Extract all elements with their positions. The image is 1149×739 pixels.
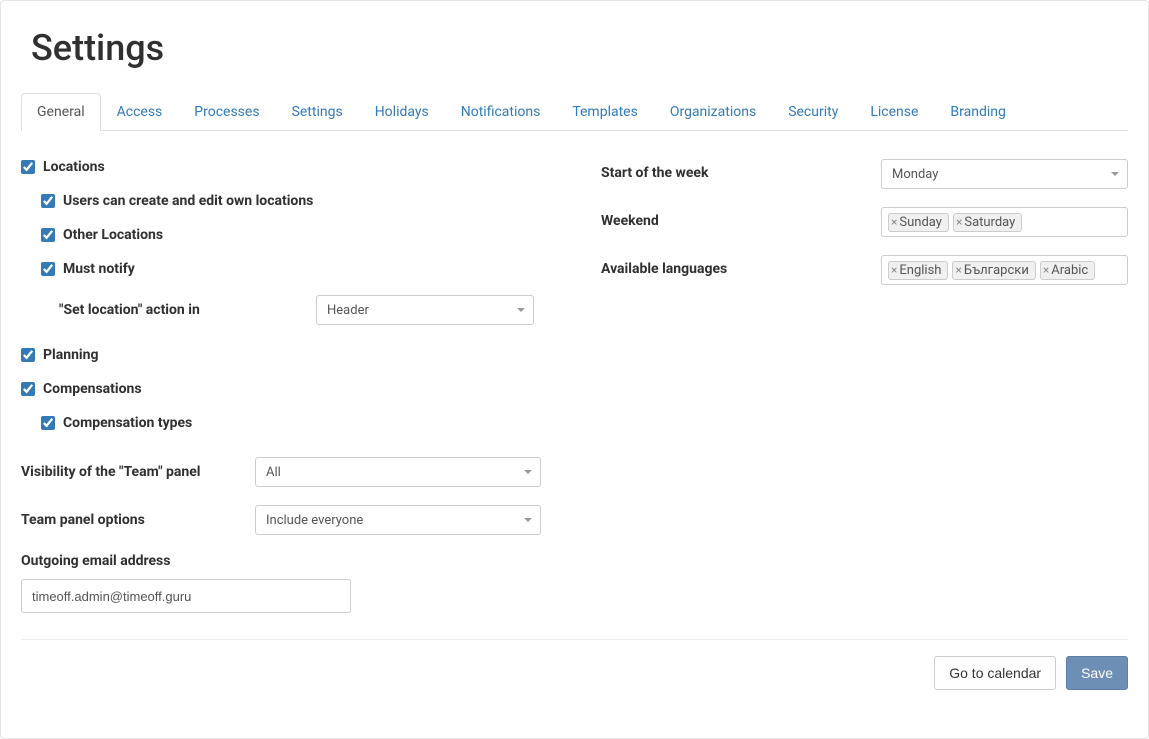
tab-organizations[interactable]: Organizations — [654, 93, 772, 131]
remove-tag-icon[interactable]: × — [955, 264, 961, 276]
tabs: General Access Processes Settings Holida… — [21, 93, 1128, 131]
team-panel-options-label: Team panel options — [21, 512, 243, 528]
remove-tag-icon[interactable]: × — [1043, 264, 1049, 276]
locations-checkbox[interactable] — [21, 160, 35, 174]
save-button[interactable]: Save — [1066, 656, 1128, 690]
weekend-tag: × Saturday — [953, 213, 1022, 232]
right-column: Start of the week Monday Weekend × Sunda… — [601, 159, 1128, 623]
compensation-types-label: Compensation types — [63, 415, 192, 431]
footer: Go to calendar Save — [21, 639, 1128, 690]
remove-tag-icon[interactable]: × — [891, 216, 897, 228]
locations-label: Locations — [43, 159, 105, 175]
tab-access[interactable]: Access — [101, 93, 179, 131]
caret-down-icon — [524, 518, 532, 522]
outgoing-email-label: Outgoing email address — [21, 553, 561, 569]
tab-security[interactable]: Security — [772, 93, 854, 131]
outgoing-email-input[interactable] — [21, 579, 351, 613]
tab-branding[interactable]: Branding — [934, 93, 1021, 131]
tab-notifications[interactable]: Notifications — [445, 93, 557, 131]
tag-text: English — [899, 263, 941, 278]
tab-settings[interactable]: Settings — [276, 93, 359, 131]
caret-down-icon — [517, 308, 525, 312]
tab-license[interactable]: License — [854, 93, 934, 131]
compensation-types-checkbox[interactable] — [41, 416, 55, 430]
go-to-calendar-button[interactable]: Go to calendar — [934, 656, 1056, 690]
weekend-tag: × Sunday — [888, 213, 949, 232]
tag-text: Arabic — [1051, 263, 1088, 278]
remove-tag-icon[interactable]: × — [891, 264, 897, 276]
tab-templates[interactable]: Templates — [556, 93, 654, 131]
language-tag: × Български — [952, 261, 1035, 280]
set-location-action-select[interactable]: Header — [316, 295, 534, 325]
content: Locations Users can create and edit own … — [21, 159, 1128, 623]
caret-down-icon — [1111, 172, 1119, 176]
remove-tag-icon[interactable]: × — [956, 216, 962, 228]
tag-text: Български — [964, 263, 1029, 278]
weekend-label: Weekend — [601, 207, 881, 229]
compensations-checkbox[interactable] — [21, 382, 35, 396]
visibility-team-panel-select[interactable]: All — [255, 457, 541, 487]
weekend-tag-input[interactable]: × Sunday × Saturday — [881, 207, 1128, 237]
tab-processes[interactable]: Processes — [178, 93, 275, 131]
team-panel-options-value: Include everyone — [266, 513, 363, 528]
settings-page: Settings General Access Processes Settin… — [0, 0, 1149, 739]
languages-tag-input[interactable]: × English × Български × Arabic — [881, 255, 1128, 285]
language-tag: × English — [888, 261, 948, 280]
users-edit-locations-label: Users can create and edit own locations — [63, 193, 313, 209]
other-locations-label: Other Locations — [63, 227, 163, 243]
start-week-value: Monday — [892, 167, 938, 182]
other-locations-checkbox[interactable] — [41, 228, 55, 242]
start-week-label: Start of the week — [601, 159, 881, 181]
set-location-action-label: "Set location" action in — [59, 302, 304, 318]
start-week-select[interactable]: Monday — [881, 159, 1128, 189]
visibility-team-panel-label: Visibility of the "Team" panel — [21, 464, 243, 480]
tag-text: Saturday — [964, 215, 1015, 230]
set-location-action-value: Header — [327, 303, 369, 318]
users-edit-locations-checkbox[interactable] — [41, 194, 55, 208]
tag-text: Sunday — [899, 215, 942, 230]
planning-checkbox[interactable] — [21, 348, 35, 362]
must-notify-label: Must notify — [63, 261, 135, 277]
languages-label: Available languages — [601, 255, 881, 277]
tab-holidays[interactable]: Holidays — [359, 93, 445, 131]
caret-down-icon — [524, 470, 532, 474]
must-notify-checkbox[interactable] — [41, 262, 55, 276]
tab-general[interactable]: General — [21, 93, 101, 131]
team-panel-options-select[interactable]: Include everyone — [255, 505, 541, 535]
page-title: Settings — [31, 27, 1128, 69]
compensations-label: Compensations — [43, 381, 142, 397]
left-column: Locations Users can create and edit own … — [21, 159, 561, 623]
planning-label: Planning — [43, 347, 98, 363]
language-tag: × Arabic — [1040, 261, 1095, 280]
visibility-team-panel-value: All — [266, 465, 281, 480]
